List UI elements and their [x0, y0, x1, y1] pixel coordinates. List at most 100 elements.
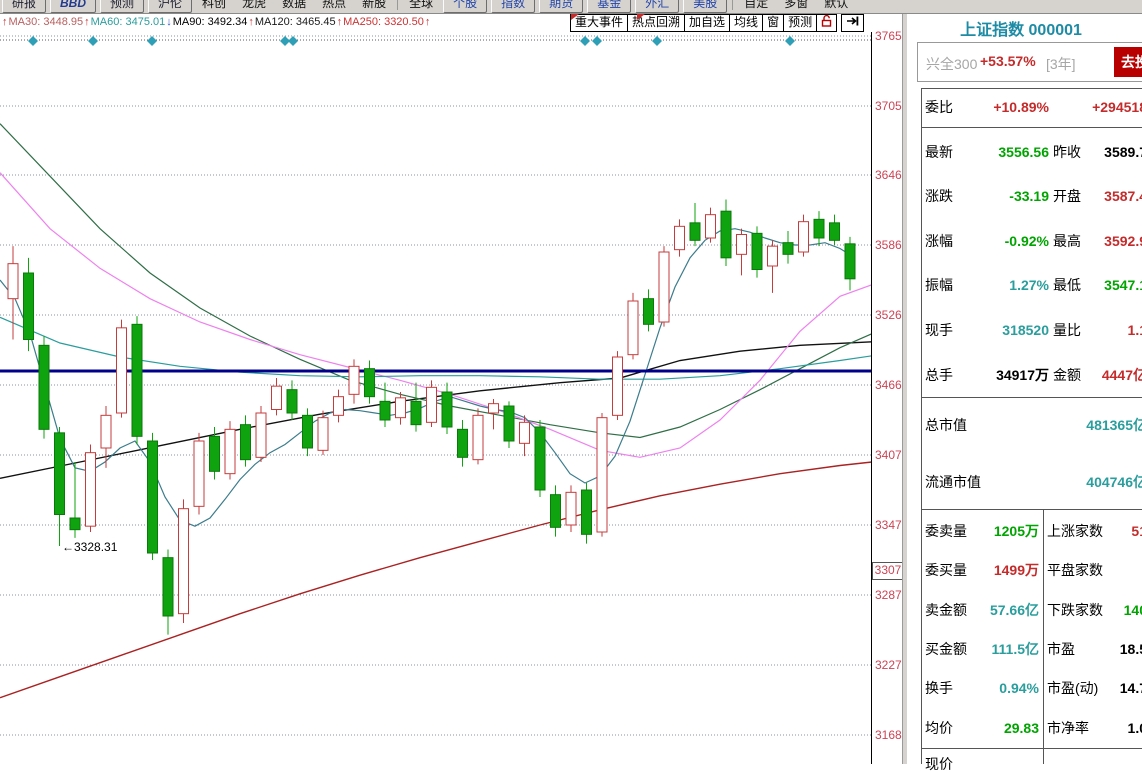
tab-沪伦[interactable]: 沪伦	[148, 0, 192, 13]
tab-默认[interactable]: 默认	[816, 0, 856, 11]
candle-down	[458, 429, 468, 457]
lock-icon[interactable]	[816, 14, 837, 32]
panel-row-卖金额: 卖金额57.66亿下跌家数140	[907, 600, 1142, 620]
panel-row-买金额: 买金额111.5亿市盈18.5	[907, 639, 1142, 659]
tab-外汇[interactable]: 外汇	[635, 0, 679, 13]
y-axis-label: 3646	[875, 168, 902, 182]
row-value: 57.66亿	[957, 600, 1039, 620]
candle-up	[799, 222, 809, 252]
tab-研报[interactable]: 研报	[2, 0, 46, 13]
tab-指数[interactable]: 指数	[491, 0, 535, 13]
fund-gain: +53.57%	[980, 53, 1036, 69]
chart-button-窗[interactable]: 窗	[762, 14, 784, 32]
tab-期货[interactable]: 期货	[539, 0, 583, 13]
event-diamond-icon	[28, 36, 38, 46]
candle-up	[101, 415, 111, 448]
kline-chart-svg[interactable]: ←3328.31	[0, 32, 872, 764]
row-value-2: 3589.7	[1037, 142, 1142, 162]
kline-chart-area[interactable]: ←3328.31	[0, 32, 872, 764]
candle-up	[117, 328, 127, 413]
tab-科创[interactable]: 科创	[194, 0, 234, 11]
panel-row-换手: 换手0.94%市盈(动)14.7	[907, 678, 1142, 698]
row-value: 481365亿	[1027, 415, 1142, 435]
row-value: 318520	[947, 320, 1049, 340]
candle-down	[814, 219, 824, 238]
candle-down	[380, 401, 390, 420]
tab-基金[interactable]: 基金	[587, 0, 631, 13]
event-diamond-icon	[288, 36, 298, 46]
event-diamond-icon	[147, 36, 157, 46]
candle-up	[256, 413, 266, 457]
main-menu-bar: 研报 BBD 预测沪伦科创龙虎数据热点新股全球个股指数期货基金外汇美股自定多窗默认	[0, 0, 1142, 14]
candle-up	[768, 246, 778, 266]
row-value: 1205万	[957, 521, 1039, 541]
row-value: 1499万	[957, 560, 1039, 580]
panel-row-总市值: 总市值481365亿	[907, 415, 1142, 435]
candle-up	[675, 226, 685, 249]
candle-down	[845, 244, 855, 279]
chart-button-均线[interactable]: 均线	[729, 14, 763, 32]
ma-indicator-row: ↑MA30: 3448.95↑MA60: 3475.01↓MA90: 3492.…	[2, 16, 431, 28]
y-axis-label: 3586	[875, 238, 902, 252]
tab-数据[interactable]: 数据	[274, 0, 314, 11]
divider	[921, 748, 1142, 749]
go-to-latest-icon[interactable]	[841, 14, 864, 32]
tab-全球[interactable]: 全球	[401, 0, 441, 11]
trend-arrow-icon: ↑	[337, 16, 343, 28]
row-value-2: +294518	[1037, 97, 1142, 117]
candle-up	[334, 397, 344, 416]
y-axis-label: 3227	[875, 658, 902, 672]
tab-自定[interactable]: 自定	[736, 0, 776, 11]
symbol-title: 上证指数 000001	[907, 16, 1135, 40]
chart-button-加自选[interactable]: 加自选	[684, 14, 730, 32]
row-value: 0.94%	[957, 678, 1039, 698]
row-value-2: 3587.4	[1037, 186, 1142, 206]
candle-up	[613, 357, 623, 415]
y-axis-label: 3287	[875, 588, 902, 602]
candle-up	[225, 429, 235, 473]
chart-button-热点回溯[interactable]: 热点回溯	[627, 14, 685, 32]
candle-down	[70, 518, 80, 530]
row-value-2: 4447亿	[1037, 365, 1142, 385]
tab-龙虎[interactable]: 龙虎	[234, 0, 274, 11]
hot-ribbon-decoration	[637, 14, 645, 20]
panel-row-委买量: 委买量1499万平盘家数	[907, 560, 1142, 580]
candle-down	[582, 490, 592, 534]
arrow-to-bar-glyph	[846, 15, 859, 27]
panel-row-委卖量: 委卖量1205万上涨家数51	[907, 521, 1142, 541]
divider	[921, 509, 1142, 510]
candle-down	[442, 392, 452, 427]
tab-个股[interactable]: 个股	[443, 0, 487, 13]
tab-美股[interactable]: 美股	[683, 0, 727, 13]
main-menu-tabs: 研报 BBD 预测沪伦科创龙虎数据热点新股全球个股指数期货基金外汇美股自定多窗默认	[0, 0, 856, 14]
tab-新股[interactable]: 新股	[354, 0, 394, 11]
candle-up	[349, 366, 359, 394]
y-axis-label: 3705	[875, 99, 902, 113]
row-value-2: 1.0	[1057, 718, 1142, 738]
panel-row-最新: 最新3556.56昨收3589.7	[907, 142, 1142, 162]
row-value-2: 18.5	[1057, 639, 1142, 659]
candle-down	[721, 211, 731, 258]
y-axis-label: 3765	[875, 29, 902, 43]
tab-多窗[interactable]: 多窗	[776, 0, 816, 11]
trend-arrow-icon: ↓	[166, 16, 172, 28]
candle-down	[163, 558, 173, 616]
candle-down	[210, 436, 220, 471]
tab-热点[interactable]: 热点	[314, 0, 354, 11]
tab-预测[interactable]: 预测	[100, 0, 144, 13]
panel-row-涨幅: 涨幅-0.92%最高3592.9	[907, 231, 1142, 251]
row-value-2: 140	[1057, 600, 1142, 620]
chart-button-预测[interactable]: 预测	[783, 14, 817, 32]
y-axis-label: 3466	[875, 378, 902, 392]
fund-period: [3年]	[1046, 54, 1076, 74]
ma-label: MA90: 3492.34	[173, 16, 248, 28]
candle-down	[644, 299, 654, 325]
invest-button[interactable]: 去投资	[1114, 47, 1142, 77]
candle-up	[86, 453, 96, 526]
candle-down	[411, 401, 421, 424]
row-value: 34917万	[947, 365, 1049, 385]
candle-up	[427, 387, 437, 422]
tab-BBD[interactable]: BBD	[50, 0, 96, 13]
panel-row-流通市值: 流通市值404746亿	[907, 472, 1142, 492]
row-label: 现价	[925, 754, 953, 774]
